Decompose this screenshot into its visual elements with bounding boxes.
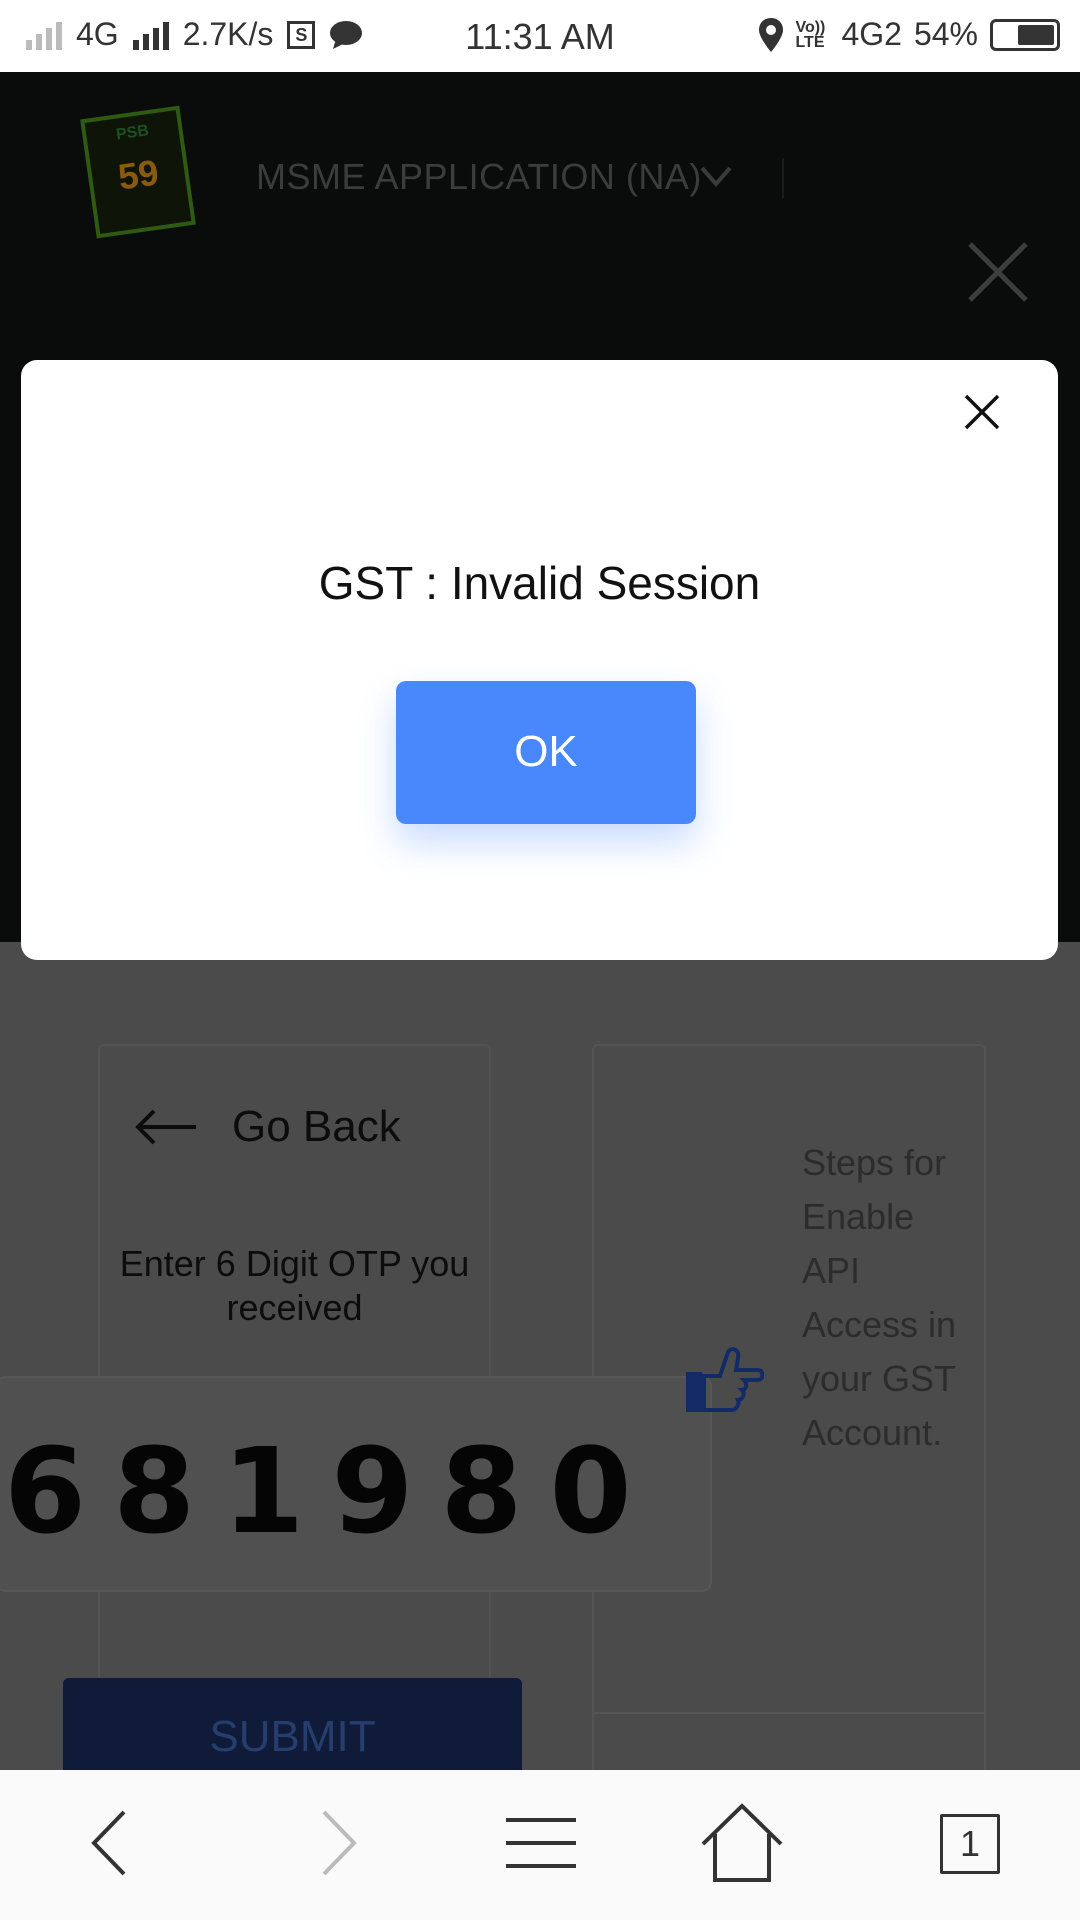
status-bar: 4G 2.7K/s S 11:31 AM Vo)) LTE 4G2 54% bbox=[0, 0, 1080, 72]
modal-message: GST : Invalid Session bbox=[318, 557, 761, 609]
logo-number: 59 bbox=[115, 151, 162, 198]
application-title[interactable]: MSME APPLICATION (NA) bbox=[256, 156, 702, 198]
home-icon[interactable] bbox=[697, 1798, 787, 1888]
steps-card-divider bbox=[594, 1712, 984, 1714]
psb-logo: PSB 59 bbox=[80, 105, 196, 239]
battery-percent: 54% bbox=[913, 16, 978, 52]
menu-icon[interactable] bbox=[496, 1798, 586, 1888]
tabs-button[interactable]: 1 bbox=[940, 1814, 1000, 1874]
header-close-icon[interactable] bbox=[966, 240, 1030, 304]
otp-instruction: Enter 6 Digit OTP you received bbox=[119, 1243, 470, 1328]
modal-close-icon[interactable] bbox=[960, 390, 1004, 434]
steps-text[interactable]: Steps for Enable API Access in your GST … bbox=[802, 1136, 972, 1460]
ok-button[interactable]: OK bbox=[396, 681, 696, 824]
status-right: Vo)) LTE 4G2 54% bbox=[759, 16, 1060, 53]
logo-top-text: PSB bbox=[115, 122, 150, 144]
page-content: Go Back Enter 6 Digit OTP you received 6… bbox=[0, 942, 1080, 1844]
battery-icon bbox=[990, 18, 1060, 51]
otp-value: 681980 bbox=[4, 1422, 659, 1560]
go-back-label: Go Back bbox=[232, 1102, 401, 1151]
back-arrow-icon[interactable] bbox=[66, 1798, 156, 1888]
volte-label: Vo)) LTE bbox=[795, 18, 826, 51]
error-modal bbox=[21, 360, 1058, 960]
network-2: 4G2 bbox=[841, 16, 902, 52]
location-icon bbox=[759, 17, 784, 52]
forward-arrow-icon[interactable] bbox=[292, 1798, 382, 1888]
arrow-left-icon bbox=[135, 1109, 196, 1145]
chevron-down-icon[interactable] bbox=[698, 158, 734, 194]
header-divider bbox=[782, 158, 784, 198]
go-back-button[interactable]: Go Back bbox=[134, 1102, 401, 1152]
browser-bottom-bar: 1 bbox=[0, 1770, 1080, 1920]
pointing-hand-icon bbox=[686, 1347, 764, 1412]
